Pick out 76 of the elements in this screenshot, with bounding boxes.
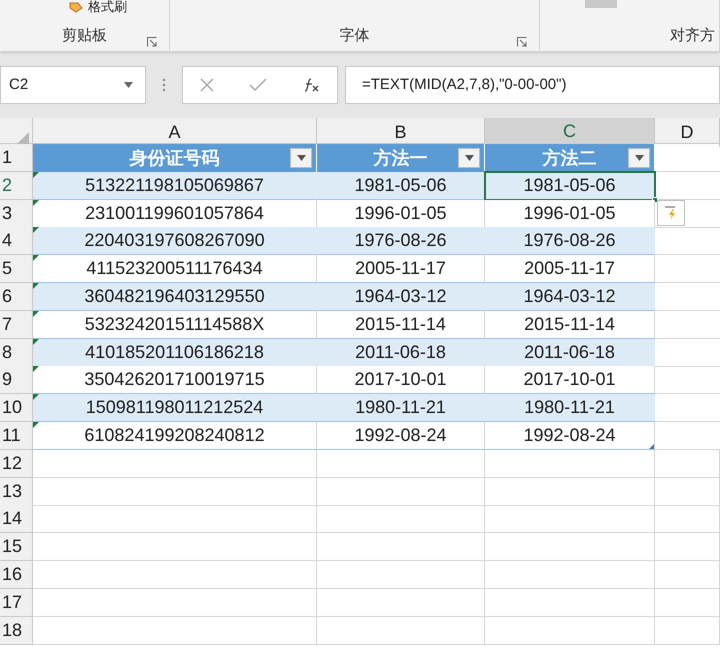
table-cell: 1992-08-24 xyxy=(317,422,485,450)
table-cell: 150981198011212524 xyxy=(33,394,317,422)
table-cell: 1981-05-06 xyxy=(317,172,485,200)
table-cell: 360482196403129550 xyxy=(33,282,317,311)
grid-cell xyxy=(655,450,720,478)
ribbon-group-label: 对齐方 xyxy=(670,26,716,46)
table-cell: 220403197608267090 xyxy=(33,227,317,256)
name-box[interactable]: C2 xyxy=(0,66,146,104)
row-header[interactable]: 18 xyxy=(0,616,33,645)
row-header[interactable]: 8 xyxy=(0,338,33,367)
row-header[interactable]: 6 xyxy=(0,282,33,311)
dropdown-arrow-icon xyxy=(296,155,306,161)
grid-cell xyxy=(655,560,720,589)
table-cell: 1980-11-21 xyxy=(485,394,655,422)
ribbon-group-label: 剪贴板 xyxy=(62,26,107,46)
table-cell: 1980-11-21 xyxy=(317,394,485,422)
row-header[interactable]: 13 xyxy=(0,478,33,506)
grid-cell xyxy=(655,616,720,645)
table-cell: 513221198105069867 xyxy=(33,172,317,200)
table-cell: 410185201106186218 xyxy=(33,338,317,367)
dialog-launcher-icon[interactable] xyxy=(517,37,527,47)
row-header[interactable]: 16 xyxy=(0,560,33,589)
table-cell: 2017-10-01 xyxy=(317,366,485,394)
row-header[interactable]: 10 xyxy=(0,394,33,422)
filter-dropdown-button[interactable] xyxy=(628,148,650,168)
table-header-cell: 身份证号码 xyxy=(33,144,317,172)
table-cell: 2015-11-14 xyxy=(317,310,485,339)
dropdown-arrow-icon xyxy=(124,82,133,88)
row-header[interactable]: 9 xyxy=(0,366,33,394)
table-cell: 53232420151114588X xyxy=(33,310,317,339)
dropdown-arrow-icon xyxy=(634,155,644,161)
grid-cell xyxy=(655,588,720,617)
table-cell: 2005-11-17 xyxy=(485,255,655,284)
table-cell: 1996-01-05 xyxy=(485,200,655,228)
table-cell: 1992-08-24 xyxy=(485,422,655,450)
table-resize-handle-icon[interactable] xyxy=(649,444,654,449)
table-cell: 1976-08-26 xyxy=(485,227,655,256)
table-cell: 1981-05-06 xyxy=(485,172,655,200)
row-header[interactable]: 11 xyxy=(0,422,33,450)
table-cell: 1964-03-12 xyxy=(485,282,655,311)
row-header[interactable]: 3 xyxy=(0,200,33,228)
grid-cell xyxy=(655,533,720,562)
row-header[interactable]: 15 xyxy=(0,533,33,562)
table-cell: 411523200511176434 xyxy=(33,255,317,284)
ribbon-group-label: 字体 xyxy=(340,26,370,46)
more-options-icon[interactable] xyxy=(162,78,166,92)
filter-dropdown-button[interactable] xyxy=(458,148,480,168)
column-header[interactable]: C xyxy=(485,118,655,147)
table-cell: 2017-10-01 xyxy=(485,366,655,394)
table-cell: 1976-08-26 xyxy=(317,227,485,256)
dialog-launcher-icon[interactable] xyxy=(147,37,157,47)
table-cell: 2005-11-17 xyxy=(317,255,485,284)
grid-cell xyxy=(655,478,720,506)
table-cell: 1964-03-12 xyxy=(317,282,485,311)
row-header[interactable]: 7 xyxy=(0,310,33,339)
table-cell: 231001199601057864 xyxy=(33,200,317,228)
row-header[interactable]: 12 xyxy=(0,450,33,478)
row-header[interactable]: 17 xyxy=(0,588,33,617)
table-cell: 2015-11-14 xyxy=(485,310,655,339)
format-painter-button[interactable]: 格式刷 xyxy=(68,0,127,14)
table-cell: 610824199208240812 xyxy=(33,422,317,450)
dropdown-arrow-icon xyxy=(464,155,474,161)
filter-dropdown-button[interactable] xyxy=(290,148,312,168)
table-cell: 2011-06-18 xyxy=(485,338,655,367)
table-cell: 350426201710019715 xyxy=(33,366,317,394)
formula-field[interactable]: =TEXT(MID(A2,7,8),"0-00-00") xyxy=(345,66,720,104)
grid-cell xyxy=(655,505,720,534)
table-header-cell: 方法二 xyxy=(485,144,655,172)
table-cell: 2011-06-18 xyxy=(317,338,485,367)
row-header[interactable]: 5 xyxy=(0,255,33,284)
table-header-cell: 方法一 xyxy=(317,144,485,172)
row-header[interactable]: 2 xyxy=(0,172,33,200)
row-header[interactable]: 1 xyxy=(0,144,33,172)
check-icon[interactable] xyxy=(248,78,267,92)
row-header[interactable]: 4 xyxy=(0,227,33,256)
row-header[interactable]: 14 xyxy=(0,505,33,534)
